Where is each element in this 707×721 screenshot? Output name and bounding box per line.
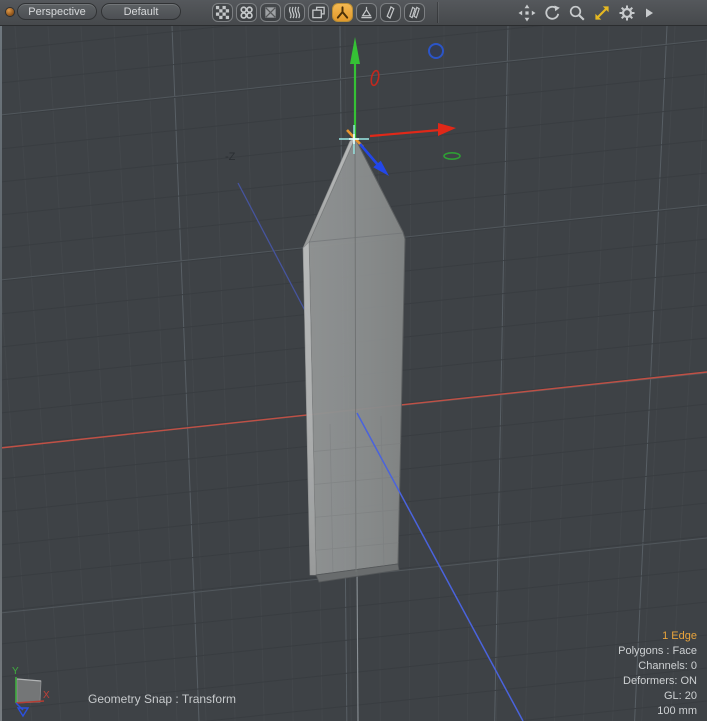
viewport-info-overlay: 1 Edge Polygons : Face Channels: 0 Defor… <box>618 629 697 719</box>
double-slab-icon-button[interactable] <box>404 3 425 22</box>
axis-widget-cube <box>17 679 41 703</box>
four-dots-icon <box>239 5 254 20</box>
3d-viewport[interactable]: -Z <box>0 0 707 721</box>
neg-z-axis-label: -Z <box>225 151 236 163</box>
overlapping-rects-icon <box>311 5 326 20</box>
maximize-icon[interactable] <box>593 4 611 22</box>
shaded-square-icon <box>263 5 278 20</box>
expand-arrow-icon[interactable] <box>643 4 655 22</box>
dither-grid-icon-button[interactable] <box>212 3 233 22</box>
gizmo-rotate-z-ring[interactable] <box>429 44 443 58</box>
viewport-nav-controls <box>518 3 655 22</box>
cone-stand-icon <box>359 5 374 20</box>
viewport-toolbar: Perspective Default <box>0 0 707 26</box>
four-dots-icon-button[interactable] <box>236 3 257 22</box>
zoom-icon[interactable] <box>568 4 586 22</box>
slab-icon-button[interactable] <box>380 3 401 22</box>
dither-grid-icon <box>215 5 230 20</box>
axis-widget-x-label: X <box>43 690 50 701</box>
viewport-left-edge <box>0 26 2 721</box>
selection-status: 1 Edge <box>618 629 697 644</box>
geometry-snap-status: Geometry Snap : Transform <box>88 692 236 706</box>
info-row-deformers: Deformers: ON <box>618 674 697 689</box>
viewport-type-dropdown[interactable]: Perspective <box>17 3 97 20</box>
cone-stand-icon-button[interactable] <box>356 3 377 22</box>
shaded-square-icon-button[interactable] <box>260 3 281 22</box>
wave-lines-icon-button[interactable] <box>284 3 305 22</box>
slab-icon <box>383 5 398 20</box>
modo-3d-viewport-window: -Z <box>0 0 707 721</box>
viewport-toggle-buttons <box>212 3 425 22</box>
axis-widget-y-label: Y <box>12 666 19 677</box>
wave-lines-icon <box>287 5 302 20</box>
shading-mode-dropdown[interactable]: Default <box>101 3 181 20</box>
rotate-icon[interactable] <box>543 4 561 22</box>
viewport-state-indicator-dot[interactable] <box>6 8 14 16</box>
double-slab-icon <box>407 5 422 20</box>
vertex-figure-icon <box>335 5 350 20</box>
toolbar-divider <box>437 2 438 23</box>
vertex-figure-icon-button[interactable] <box>332 3 353 22</box>
settings-gear-icon[interactable] <box>618 4 636 22</box>
info-row-channels: Channels: 0 <box>618 659 697 674</box>
info-row-units: 100 mm <box>618 704 697 719</box>
info-row-polygons: Polygons : Face <box>618 644 697 659</box>
pan-icon[interactable] <box>518 4 536 22</box>
overlapping-rects-icon-button[interactable] <box>308 3 329 22</box>
info-row-gl: GL: 20 <box>618 689 697 704</box>
